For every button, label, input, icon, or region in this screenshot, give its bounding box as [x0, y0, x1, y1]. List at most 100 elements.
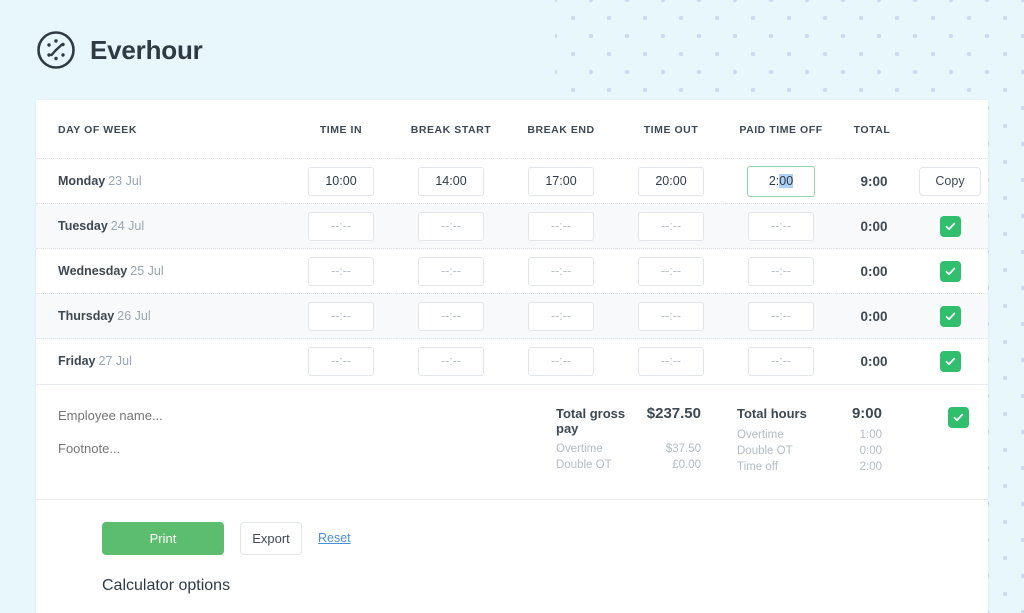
summary-check-cell: [948, 405, 988, 428]
time-out-input[interactable]: [638, 347, 704, 376]
cell-row-action: [912, 204, 988, 249]
time-out-input[interactable]: [638, 302, 704, 331]
paid-time-off-input[interactable]: 2:00: [747, 166, 815, 197]
time-out-input[interactable]: [638, 212, 704, 241]
check-icon: [945, 356, 956, 367]
break-end-input[interactable]: [528, 257, 594, 286]
cell-total: 0:00: [836, 204, 912, 249]
cell-day-of-week: Monday23 Jul: [36, 159, 286, 204]
cell-break-end: [506, 294, 616, 339]
day-name: Thursday: [58, 309, 114, 323]
row-approve-checkbox[interactable]: [940, 261, 961, 282]
hours-overtime-label: Overtime: [737, 429, 784, 441]
brand-name: Everhour: [90, 35, 203, 66]
table-row: Thursday26 Jul 0:00: [36, 294, 988, 339]
cell-break-start: [396, 294, 506, 339]
break-start-input[interactable]: [418, 257, 484, 286]
time-in-input[interactable]: [308, 347, 374, 376]
paid-time-off-selected-text: 00: [779, 174, 793, 188]
time-out-input[interactable]: [638, 257, 704, 286]
copy-button[interactable]: Copy: [919, 167, 981, 196]
break-start-input[interactable]: [418, 347, 484, 376]
total-gross-pay-value: $237.50: [647, 405, 701, 422]
paid-time-off-input[interactable]: [748, 257, 814, 286]
day-date: 23 Jul: [108, 174, 141, 188]
break-end-input[interactable]: [528, 347, 594, 376]
time-in-input[interactable]: [308, 257, 374, 286]
cell-break-end: [506, 249, 616, 294]
table-row: Wednesday25 Jul 0:00: [36, 249, 988, 294]
cell-time-out: [616, 294, 726, 339]
column-header-time-in: TIME IN: [286, 100, 396, 159]
pay-double-ot-label: Double OT: [556, 459, 612, 471]
pay-double-ot-value: £0.00: [672, 459, 701, 471]
employee-name-input[interactable]: [58, 408, 478, 423]
cell-total: 0:00: [836, 249, 912, 294]
break-start-input[interactable]: [418, 302, 484, 331]
check-icon: [945, 221, 956, 232]
cell-time-in: [286, 249, 396, 294]
cell-day-of-week: Friday27 Jul: [36, 339, 286, 384]
row-approve-checkbox[interactable]: [940, 216, 961, 237]
day-date: 26 Jul: [117, 309, 150, 323]
total-hours-value: 9:00: [852, 405, 882, 422]
column-header-day: DAY OF WEEK: [36, 100, 286, 159]
cell-total: 0:00: [836, 294, 912, 339]
pay-overtime-value: $37.50: [666, 443, 701, 455]
column-header-break-start: BREAK START: [396, 100, 506, 159]
break-end-input[interactable]: [528, 167, 594, 196]
check-icon: [945, 266, 956, 277]
cell-time-out: [616, 204, 726, 249]
table-row: Tuesday24 Jul 0:00: [36, 204, 988, 249]
column-header-paid-time-off: PAID TIME OFF: [726, 100, 836, 159]
cell-break-start: [396, 249, 506, 294]
day-date: 25 Jul: [130, 264, 163, 278]
break-start-input[interactable]: [418, 167, 484, 196]
cell-paid-time-off: [726, 339, 836, 384]
cell-time-in: [286, 204, 396, 249]
cell-break-end: [506, 339, 616, 384]
timesheet-card: DAY OF WEEK TIME IN BREAK START BREAK EN…: [36, 100, 988, 613]
day-name: Wednesday: [58, 264, 127, 278]
column-header-total: TOTAL: [836, 100, 912, 159]
paid-time-off-value-prefix: 2:: [769, 174, 779, 188]
cell-day-of-week: Tuesday24 Jul: [36, 204, 286, 249]
hours-time-off-label: Time off: [737, 461, 778, 473]
time-in-input[interactable]: [308, 302, 374, 331]
column-header-time-out: TIME OUT: [616, 100, 726, 159]
break-end-input[interactable]: [528, 212, 594, 241]
pay-overtime-label: Overtime: [556, 443, 603, 455]
footnote-input[interactable]: [58, 441, 478, 456]
break-start-input[interactable]: [418, 212, 484, 241]
paid-time-off-input[interactable]: [748, 302, 814, 331]
cell-break-end: [506, 204, 616, 249]
cell-paid-time-off: 2:00: [726, 159, 836, 204]
cell-time-in: [286, 294, 396, 339]
check-icon: [953, 412, 964, 423]
reset-link[interactable]: Reset: [318, 531, 351, 545]
summary-row: Total gross pay $237.50 Overtime $37.50 …: [36, 384, 988, 499]
time-in-input[interactable]: [308, 167, 374, 196]
paid-time-off-input[interactable]: [748, 212, 814, 241]
summary-approve-checkbox[interactable]: [948, 407, 969, 428]
paid-time-off-input[interactable]: [748, 347, 814, 376]
cell-total: 0:00: [836, 339, 912, 384]
export-button[interactable]: Export: [240, 522, 302, 555]
cell-time-in: [286, 339, 396, 384]
time-in-input[interactable]: [308, 212, 374, 241]
print-button[interactable]: Print: [102, 522, 224, 555]
row-approve-checkbox[interactable]: [940, 351, 961, 372]
check-icon: [945, 311, 956, 322]
day-name: Monday: [58, 174, 105, 188]
day-name: Friday: [58, 354, 96, 368]
cell-time-out: [616, 159, 726, 204]
total-gross-pay-label: Total gross pay: [556, 406, 647, 436]
break-end-input[interactable]: [528, 302, 594, 331]
cell-time-out: [616, 339, 726, 384]
clock-dots-icon: [36, 30, 76, 70]
hours-overtime-value: 1:00: [860, 429, 882, 441]
hours-double-ot-label: Double OT: [737, 445, 793, 457]
row-approve-checkbox[interactable]: [940, 306, 961, 327]
cell-row-action: [912, 249, 988, 294]
time-out-input[interactable]: [638, 167, 704, 196]
